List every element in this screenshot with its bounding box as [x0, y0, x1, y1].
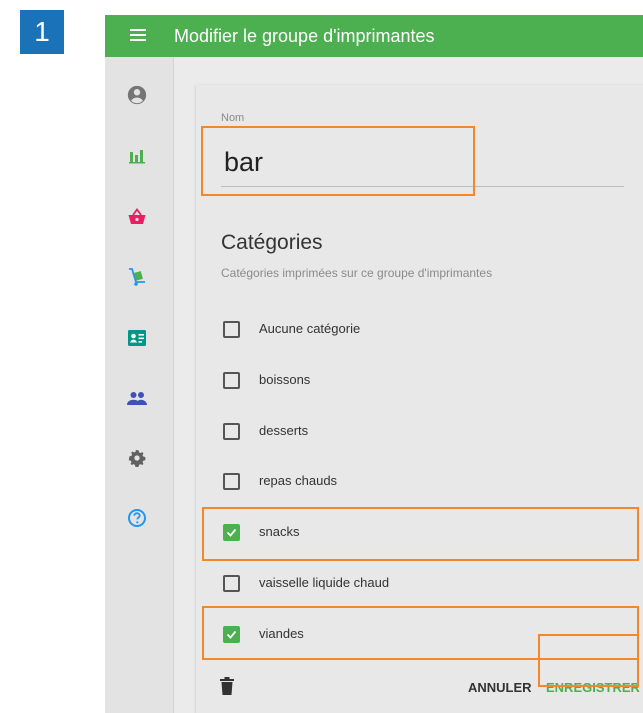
category-checkbox[interactable]	[223, 524, 240, 541]
category-row-aucune-categorie[interactable]: Aucune catégorie	[196, 307, 643, 351]
contact-card-icon[interactable]	[124, 325, 150, 351]
cancel-button[interactable]: ANNULER	[468, 680, 532, 695]
trash-icon[interactable]	[220, 677, 234, 700]
category-label: snacks	[259, 524, 300, 539]
people-icon[interactable]	[124, 385, 150, 411]
category-label: desserts	[259, 423, 309, 438]
account-circle-icon[interactable]	[124, 82, 150, 108]
category-row-repas-chauds[interactable]: repas chauds	[196, 459, 643, 503]
category-checkbox[interactable]	[223, 575, 240, 592]
sidebar	[105, 57, 174, 713]
shopping-basket-icon[interactable]	[124, 204, 150, 230]
category-label: vaisselle liquide chaud	[259, 575, 390, 590]
categories-subtitle: Catégories imprimées sur ce groupe d'imp…	[221, 266, 493, 280]
category-checkbox[interactable]	[223, 372, 240, 389]
category-label: Aucune catégorie	[259, 321, 361, 336]
category-label: boissons	[259, 372, 311, 387]
step-badge: 1	[20, 10, 64, 54]
bar-chart-icon[interactable]	[124, 143, 150, 169]
menu-icon[interactable]	[130, 28, 146, 42]
gear-icon[interactable]	[124, 445, 150, 471]
save-button[interactable]: ENREGISTRER	[546, 680, 640, 695]
check-icon	[226, 630, 237, 639]
printer-group-form: Nom bar Catégories Catégories imprimées …	[196, 85, 643, 713]
hand-truck-icon[interactable]	[124, 264, 150, 290]
check-icon	[226, 528, 237, 537]
category-label: viandes	[259, 626, 304, 641]
app-bar: Modifier le groupe d'imprimantes	[105, 15, 643, 57]
category-row-desserts[interactable]: desserts	[196, 409, 643, 453]
category-row-vaisselle-liquide-chaud[interactable]: vaisselle liquide chaud	[196, 561, 643, 605]
page-title: Modifier le groupe d'imprimantes	[174, 26, 435, 46]
name-field[interactable]: bar	[224, 147, 263, 178]
category-checkbox[interactable]	[223, 321, 240, 338]
app-window: Modifier le groupe d'imprimantes Nom bar	[105, 15, 643, 713]
category-checkbox[interactable]	[223, 423, 240, 440]
name-field-underline	[221, 186, 624, 187]
category-checkbox[interactable]	[223, 626, 240, 643]
category-row-viandes[interactable]: viandes	[196, 612, 643, 656]
category-row-snacks[interactable]: snacks	[196, 510, 643, 554]
category-row-boissons[interactable]: boissons	[196, 358, 643, 402]
help-circle-icon[interactable]	[124, 505, 150, 531]
categories-title: Catégories	[221, 231, 323, 254]
category-checkbox[interactable]	[223, 473, 240, 490]
category-label: repas chauds	[259, 473, 338, 488]
name-field-label: Nom	[221, 112, 245, 124]
